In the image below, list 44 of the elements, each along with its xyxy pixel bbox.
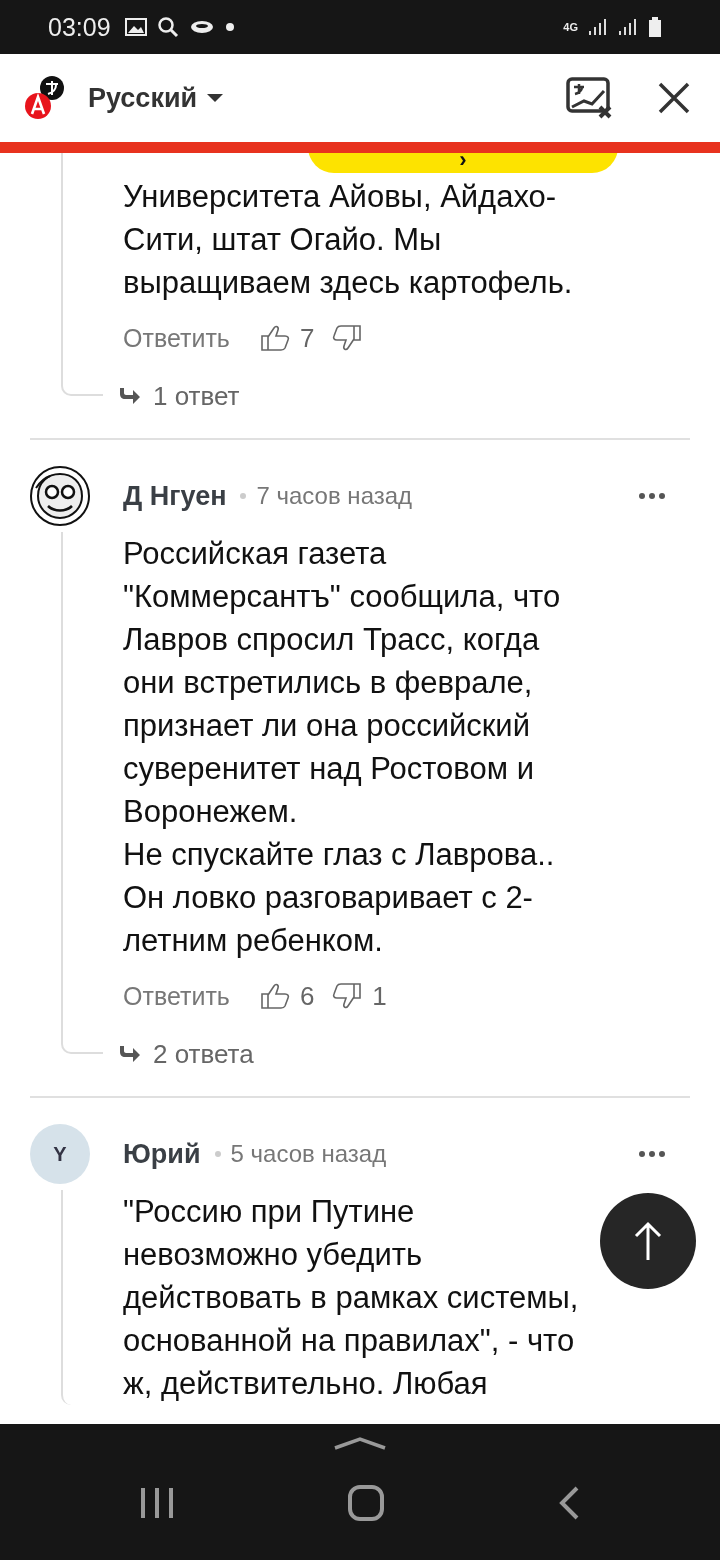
- expand-tab[interactable]: ›: [308, 153, 618, 173]
- recent-apps-icon[interactable]: [140, 1486, 174, 1520]
- avatar: Y: [30, 1124, 90, 1184]
- replies-link[interactable]: 1 ответ: [111, 368, 246, 424]
- battery-icon: [648, 17, 662, 37]
- separator-dot: [214, 1151, 221, 1157]
- thumbs-up-icon[interactable]: [259, 324, 290, 352]
- author-name[interactable]: Юрий: [123, 1138, 201, 1170]
- more-icon[interactable]: [639, 1151, 665, 1157]
- like-count: 7: [299, 322, 315, 354]
- reply-arrow-icon: [117, 1044, 141, 1064]
- search-icon: [156, 16, 179, 38]
- language-dropdown[interactable]: Русский: [88, 82, 224, 114]
- clock: 03:09: [48, 12, 111, 42]
- comment-text: Российская газета "Коммерсантъ" сообщила, что Лавров спросил Трасс, когда они встретились в феврале, признает ли она российский суверенитет над Ростовом и Воронежем. Не спускайте глаз с Лаврова.. Он ловко разговаривает с 2- летним ребенком.: [123, 535, 561, 960]
- reply-button[interactable]: Ответить: [123, 981, 230, 1011]
- reply-arrow-icon: [117, 386, 141, 406]
- like-count: 6: [299, 980, 315, 1012]
- close-icon[interactable]: [658, 82, 690, 114]
- comment-text: Университета Айовы, Айдахо- Сити, штат Огайо. Мы выращиваем здесь картофель.: [123, 178, 573, 302]
- thumbs-up-icon[interactable]: [259, 982, 290, 1010]
- avatar: [30, 466, 90, 526]
- author-name[interactable]: Д Нгуен: [123, 480, 227, 512]
- image-icon: [124, 17, 147, 37]
- dislike-count: 1: [372, 980, 387, 1012]
- signal-icon: [588, 18, 608, 36]
- replies-link[interactable]: 2 ответа: [111, 1026, 260, 1082]
- comment-text: "Россию при Путине невозможно убедить действовать в рамках системы, основанной на правилах", - что ж, действительно. Любая: [123, 1193, 579, 1403]
- network-label: 4G: [563, 21, 578, 33]
- thumbs-down-icon[interactable]: [332, 982, 363, 1010]
- separator-dot: [240, 493, 247, 499]
- home-icon[interactable]: [347, 1484, 385, 1522]
- dot-icon: [224, 22, 235, 32]
- comment-time: 7 часов назад: [256, 482, 413, 510]
- caret-icon: [207, 93, 224, 103]
- signal-icon: [618, 18, 638, 36]
- back-icon[interactable]: [558, 1486, 580, 1520]
- chevron-up-icon[interactable]: [333, 1436, 387, 1450]
- thumbs-down-icon[interactable]: [332, 324, 363, 352]
- more-icon[interactable]: [639, 493, 665, 499]
- reply-button[interactable]: Ответить: [123, 323, 230, 353]
- comment-time: 5 часов назад: [230, 1140, 387, 1168]
- image-translate-icon[interactable]: [566, 77, 614, 119]
- arrow-up-icon: [633, 1221, 663, 1261]
